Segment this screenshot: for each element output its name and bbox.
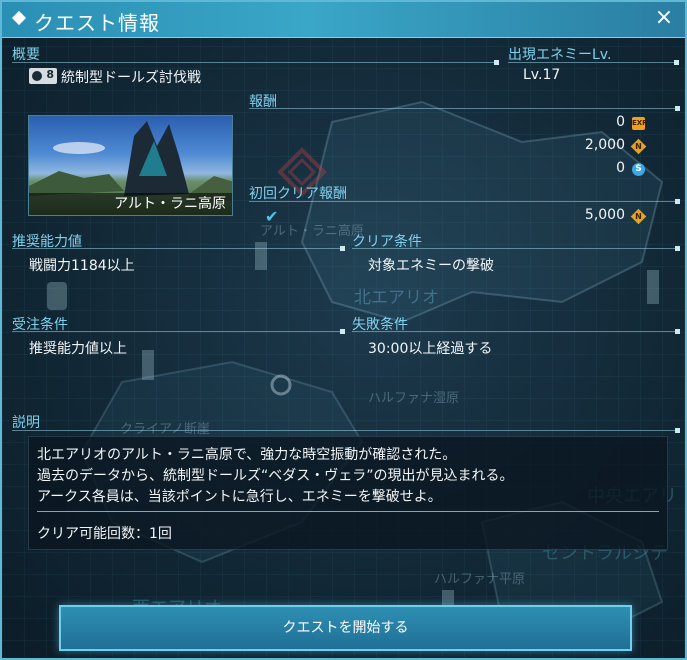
- divider: [12, 246, 345, 251]
- reward-gem-value: 0: [616, 160, 625, 176]
- enemy-level-label: 出現エネミーLv.: [508, 47, 612, 63]
- map-label: ハルファナ湿原: [368, 391, 460, 406]
- clear-condition-value: 対象エネミーの撃破: [368, 258, 494, 274]
- quest-name: 統制型ドールズ討伐戦: [61, 70, 201, 86]
- description-line: 過去のデータから、統制型ドールズ“ベダス・ヴェラ”の現出が見込まれる。: [37, 468, 514, 484]
- exp-icon: EXP: [632, 117, 647, 130]
- clear-count: クリア可能回数：1回: [37, 526, 172, 542]
- party-count: 8: [46, 68, 54, 81]
- failure-condition-value: 30:00以上経過する: [368, 341, 493, 357]
- first-clear-label: 初回クリア報酬: [249, 186, 347, 202]
- meseta-icon: N: [630, 208, 647, 225]
- description-separator: [37, 511, 659, 512]
- overview-label: 概要: [12, 47, 40, 63]
- quest-info-window: アルト・ラニ高原 北エアリオ ハルファナ湿原 クライアノ断崖 中央エアリ セント…: [0, 0, 687, 660]
- close-button[interactable]: ×: [653, 7, 675, 29]
- party-icon: 8: [29, 68, 57, 84]
- reward-meseta-value: 2,000: [584, 137, 625, 153]
- map-label: クライアノ断崖: [120, 422, 210, 437]
- star-gem-icon: S: [632, 163, 645, 176]
- divider: [249, 199, 680, 204]
- diamond-icon: [11, 10, 27, 26]
- order-condition-value: 推奨能力値以上: [29, 341, 127, 357]
- divider: [12, 60, 499, 65]
- divider: [352, 329, 680, 334]
- area-thumbnail: アルト・ラニ高原: [28, 115, 233, 216]
- divider: [352, 246, 680, 251]
- divider: [249, 106, 680, 111]
- poi-icon: [270, 374, 292, 396]
- divider: [12, 329, 345, 334]
- description-line: アークス各員は、当該ポイントに急行し、エネミーを撃破せよ。: [37, 489, 442, 505]
- meseta-icon-text: N: [635, 212, 642, 221]
- reward-exp-value: 0: [616, 114, 625, 130]
- start-quest-button[interactable]: クエストを開始する: [59, 605, 632, 651]
- description-box: 北エアリオのアルト・ラニ高原で、強力な時空振動が確認された。 過去のデータから、…: [28, 436, 668, 550]
- window-title: クエスト情報: [34, 11, 160, 35]
- map-label: ハルファナ平原: [434, 572, 526, 587]
- meseta-icon-text: N: [635, 142, 642, 151]
- enemy-level-value: Lv.17: [523, 67, 561, 83]
- divider: [508, 60, 679, 65]
- description-label: 説明: [12, 415, 40, 431]
- title-bar: クエスト情報 ×: [2, 2, 685, 38]
- first-clear-value: 5,000: [584, 207, 625, 223]
- check-icon: ✔: [265, 207, 279, 226]
- map-label: 北エアリオ: [354, 288, 439, 308]
- divider: [12, 428, 680, 433]
- recommended-power-value: 戦闘力1184以上: [29, 258, 135, 274]
- description-line: 北エアリオのアルト・ラニ高原で、強力な時空振動が確認された。: [37, 447, 457, 463]
- meseta-icon: N: [630, 138, 647, 155]
- thumbnail-caption: アルト・ラニ高原: [29, 193, 232, 215]
